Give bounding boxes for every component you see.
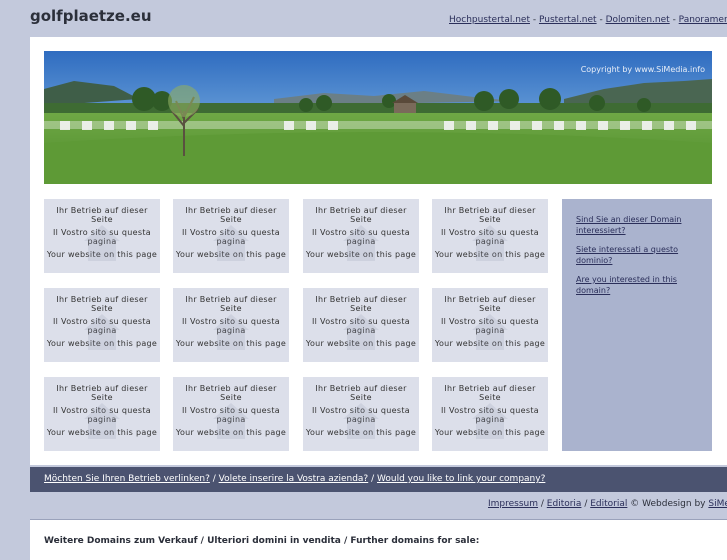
promo-box[interactable]: Ihr Betrieb auf dieser Seite Il Vostro s… — [432, 377, 548, 451]
link-domain-inquiry-it[interactable]: Siete interessati a questo dominio? — [576, 244, 696, 266]
panorama-graphic: Copyright by www.SiMedia.info — [44, 51, 712, 184]
promo-box[interactable]: Ihr Betrieb auf dieser Seite Il Vostro s… — [44, 377, 160, 451]
promo-box[interactable]: Ihr Betrieb auf dieser Seite Il Vostro s… — [173, 288, 289, 362]
house-icon — [343, 403, 379, 439]
link-impressum[interactable]: Impressum — [488, 499, 538, 509]
house-icon — [213, 403, 249, 439]
promo-line-de: Ihr Betrieb auf dieser Seite — [56, 206, 148, 224]
house-icon — [343, 225, 379, 261]
link-editorial[interactable]: Editorial — [590, 499, 627, 509]
promo-box[interactable]: Ihr Betrieb auf dieser Seite Il Vostro s… — [303, 377, 419, 451]
footer: Impressum / Editoria / Editorial © Webde… — [488, 499, 727, 509]
house-icon — [213, 314, 249, 350]
house-icon — [84, 225, 120, 261]
footer-credit: © Webdesign by — [630, 499, 709, 509]
promo-line-de: Ihr Betrieb auf dieser Seite — [185, 384, 277, 402]
link-company-bar: Möchten Sie Ihren Betrieb verlinken? / V… — [30, 467, 727, 492]
promo-line-de: Ihr Betrieb auf dieser Seite — [444, 384, 536, 402]
promo-box[interactable]: Ihr Betrieb auf dieser Seite Il Vostro s… — [303, 199, 419, 273]
house-icon — [84, 314, 120, 350]
promo-box[interactable]: Ihr Betrieb auf dieser Seite Il Vostro s… — [44, 288, 160, 362]
promo-line-de: Ihr Betrieb auf dieser Seite — [315, 206, 407, 224]
link-hochpustertal[interactable]: Hochpustertal.net — [449, 15, 530, 25]
promo-box[interactable]: Ihr Betrieb auf dieser Seite Il Vostro s… — [303, 288, 419, 362]
footer-separator: / — [538, 499, 547, 509]
link-pustertal[interactable]: Pustertal.net — [539, 15, 597, 25]
panorama-image: Copyright by www.SiMedia.info — [44, 51, 712, 184]
promo-box[interactable]: Ihr Betrieb auf dieser Seite Il Vostro s… — [432, 288, 548, 362]
promo-line-de: Ihr Betrieb auf dieser Seite — [185, 206, 277, 224]
house-icon — [84, 403, 120, 439]
footer-separator: / — [581, 499, 591, 509]
link-company-it[interactable]: Volete inserire la Vostra azienda? — [219, 474, 369, 484]
link-dolomiten[interactable]: Dolomiten.net — [606, 15, 670, 25]
link-panoramen[interactable]: Panoramen.org — [679, 15, 727, 25]
link-separator: / — [368, 474, 377, 484]
promo-box[interactable]: Ihr Betrieb auf dieser Seite Il Vostro s… — [173, 377, 289, 451]
promo-line-de: Ihr Betrieb auf dieser Seite — [185, 295, 277, 313]
top-links: Hochpustertal.net - Pustertal.net - Dolo… — [449, 15, 727, 25]
promo-line-de: Ihr Betrieb auf dieser Seite — [315, 295, 407, 313]
promo-line-de: Ihr Betrieb auf dieser Seite — [56, 384, 148, 402]
house-icon — [472, 225, 508, 261]
promo-box[interactable]: Ihr Betrieb auf dieser Seite Il Vostro s… — [432, 199, 548, 273]
promo-box[interactable]: Ihr Betrieb auf dieser Seite Il Vostro s… — [44, 199, 160, 273]
link-separator: / — [209, 474, 219, 484]
promo-box[interactable]: Ihr Betrieb auf dieser Seite Il Vostro s… — [173, 199, 289, 273]
promo-line-de: Ihr Betrieb auf dieser Seite — [444, 206, 536, 224]
house-icon — [472, 314, 508, 350]
house-icon — [343, 314, 379, 350]
panorama-copyright: Copyright by www.SiMedia.info — [581, 65, 705, 74]
more-domains-panel: Weitere Domains zum Verkauf / Ulteriori … — [30, 519, 727, 560]
house-icon — [472, 403, 508, 439]
link-company-de[interactable]: Möchten Sie Ihren Betrieb verlinken? — [44, 474, 210, 484]
site-title: golfplaetze.eu — [30, 7, 152, 25]
link-editoria[interactable]: Editoria — [547, 499, 582, 509]
promo-line-de: Ihr Betrieb auf dieser Seite — [56, 295, 148, 313]
link-company-en[interactable]: Would you like to link your company? — [377, 474, 545, 484]
link-domain-inquiry-de[interactable]: Sind Sie an dieser Domain interessiert? — [576, 214, 696, 236]
promo-line-de: Ihr Betrieb auf dieser Seite — [315, 384, 407, 402]
house-icon — [213, 225, 249, 261]
link-simedia[interactable]: SiMedia — [708, 499, 727, 509]
domain-inquiry-panel: Sind Sie an dieser Domain interessiert? … — [562, 199, 712, 451]
link-domain-inquiry-en[interactable]: Are you interested in this domain? — [576, 274, 696, 296]
promo-line-de: Ihr Betrieb auf dieser Seite — [444, 295, 536, 313]
